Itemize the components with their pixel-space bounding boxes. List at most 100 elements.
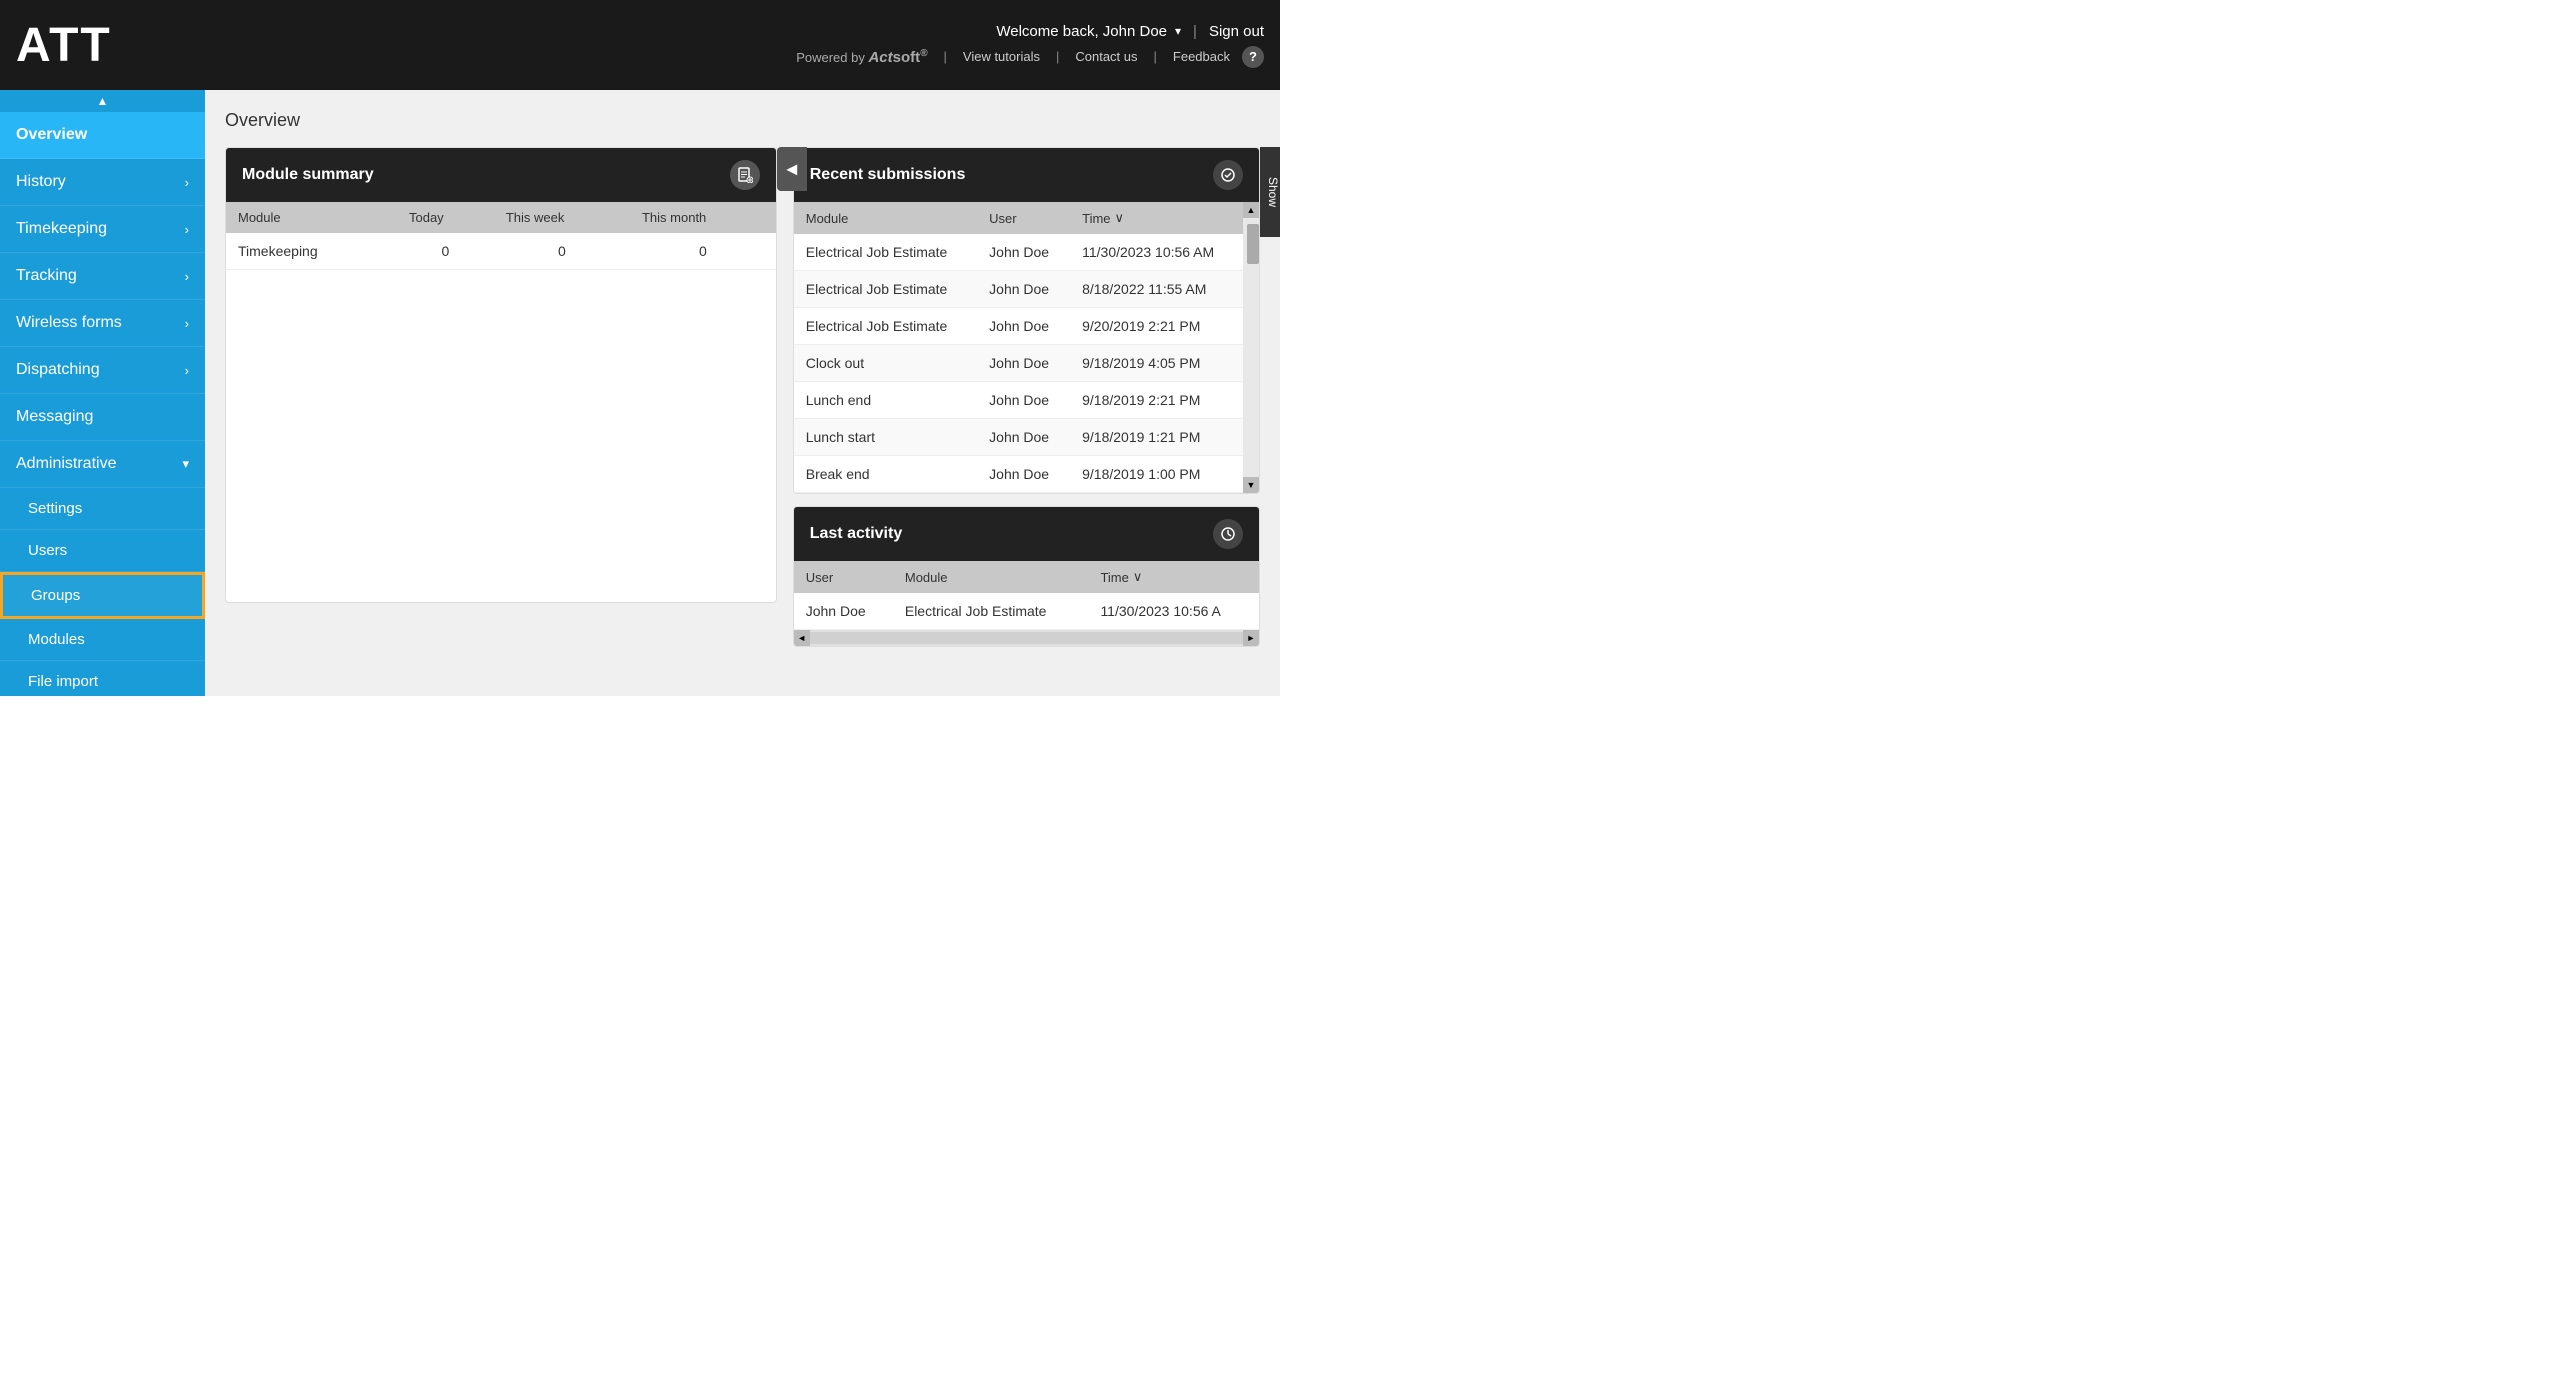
- right-side-wrapper: Recent submissions: [793, 147, 1260, 647]
- sidebar-item-dispatching[interactable]: Dispatching ›: [0, 347, 205, 394]
- month-value: 0: [630, 233, 776, 270]
- sidebar-item-wireless-forms[interactable]: Wireless forms ›: [0, 300, 205, 347]
- la-col-user: User: [794, 561, 893, 593]
- rs-user-7: John Doe: [977, 456, 1070, 493]
- la-time-1: 11/30/2023 10:56 A: [1088, 593, 1259, 630]
- rs-user-3: John Doe: [977, 308, 1070, 345]
- scroll-down-button[interactable]: ▼: [1243, 477, 1259, 493]
- show-tab[interactable]: Show: [1260, 147, 1280, 237]
- sidebar-history-label: History: [16, 173, 66, 191]
- rs-user-5: John Doe: [977, 382, 1070, 419]
- rs-module-7: Break end: [794, 456, 977, 493]
- rs-module-3: Electrical Job Estimate: [794, 308, 977, 345]
- recent-submissions-panel: Recent submissions: [793, 147, 1260, 494]
- rs-user-6: John Doe: [977, 419, 1070, 456]
- rs-user-4: John Doe: [977, 345, 1070, 382]
- sidebar-timekeeping-label: Timekeeping: [16, 220, 107, 238]
- recent-submissions-header: Recent submissions: [794, 148, 1259, 202]
- table-row: Break end John Doe 9/18/2019 1:00 PM: [794, 456, 1243, 493]
- rs-time-4: 9/18/2019 4:05 PM: [1070, 345, 1243, 382]
- sidebar-sub-item-modules[interactable]: Modules: [0, 619, 205, 661]
- la-sort-icon[interactable]: ∨: [1133, 569, 1143, 585]
- col-month: This month: [630, 202, 776, 233]
- app-header: ATT Welcome back, John Doe ▾ | Sign out …: [0, 0, 1280, 90]
- welcome-text: Welcome back, John Doe: [996, 23, 1167, 40]
- h-scroll-track[interactable]: [810, 632, 1243, 644]
- last-activity-table: User Module Time ∨ John Doe Electrical J…: [794, 561, 1259, 630]
- module-summary-header: Module summary: [226, 148, 776, 202]
- recent-submissions-table-container: Module User Time ∨ Electrical Job Estima…: [794, 202, 1259, 493]
- header-bottom-row: Powered by Actsoft® | View tutorials | C…: [796, 46, 1264, 68]
- rs-time-1: 11/30/2023 10:56 AM: [1070, 234, 1243, 271]
- header-divider: |: [1193, 23, 1197, 40]
- sidebar-item-timekeeping[interactable]: Timekeeping ›: [0, 206, 205, 253]
- week-value: 0: [494, 233, 630, 270]
- tracking-chevron-icon: ›: [185, 269, 189, 284]
- today-value: 0: [397, 233, 494, 270]
- h-scroll-left-button[interactable]: ◄: [794, 630, 810, 646]
- sidebar-overview-label: Overview: [16, 126, 87, 144]
- welcome-chevron-icon[interactable]: ▾: [1175, 24, 1181, 38]
- signout-link[interactable]: Sign out: [1209, 23, 1264, 40]
- view-tutorials-link[interactable]: View tutorials: [963, 49, 1040, 64]
- sidebar-item-administrative[interactable]: Administrative ▾: [0, 441, 205, 488]
- last-activity-header: Last activity: [794, 507, 1259, 561]
- sort-icon[interactable]: ∨: [1115, 210, 1125, 226]
- rs-col-user: User: [977, 202, 1070, 234]
- history-chevron-icon: ›: [185, 175, 189, 190]
- scroll-up-button[interactable]: ▲: [1243, 202, 1259, 218]
- sidebar-tracking-label: Tracking: [16, 267, 77, 285]
- rs-user-2: John Doe: [977, 271, 1070, 308]
- sidebar-item-tracking[interactable]: Tracking ›: [0, 253, 205, 300]
- contact-us-link[interactable]: Contact us: [1075, 49, 1137, 64]
- rs-col-module: Module: [794, 202, 977, 234]
- rs-module-2: Electrical Job Estimate: [794, 271, 977, 308]
- la-col-time: Time ∨: [1088, 561, 1259, 593]
- timekeeping-chevron-icon: ›: [185, 222, 189, 237]
- sidebar-administrative-label: Administrative: [16, 455, 116, 473]
- right-panels-inner: Recent submissions: [793, 147, 1260, 647]
- vertical-scrollbar[interactable]: ▲ ▼: [1243, 202, 1259, 493]
- sidebar-sub-item-settings[interactable]: Settings: [0, 488, 205, 530]
- table-row: John Doe Electrical Job Estimate 11/30/2…: [794, 593, 1259, 630]
- rs-time-6: 9/18/2019 1:21 PM: [1070, 419, 1243, 456]
- sidebar-settings-label: Settings: [28, 500, 82, 517]
- sidebar-item-messaging[interactable]: Messaging: [0, 394, 205, 441]
- horizontal-scrollbar[interactable]: ◄ ►: [794, 630, 1259, 646]
- rs-module-4: Clock out: [794, 345, 977, 382]
- la-module-1: Electrical Job Estimate: [893, 593, 1089, 630]
- h-scroll-right-button[interactable]: ►: [1243, 630, 1259, 646]
- last-activity-title: Last activity: [810, 525, 902, 543]
- sidebar-dispatching-label: Dispatching: [16, 361, 100, 379]
- sidebar-users-label: Users: [28, 542, 67, 559]
- rs-module-6: Lunch start: [794, 419, 977, 456]
- sidebar-modules-label: Modules: [28, 631, 85, 648]
- rs-time-5: 9/18/2019 2:21 PM: [1070, 382, 1243, 419]
- wireless-forms-chevron-icon: ›: [185, 316, 189, 331]
- module-summary-body: Module Today This week This month Timeke…: [226, 202, 776, 602]
- sidebar-scroll-up[interactable]: ▲: [0, 90, 205, 112]
- administrative-chevron-icon: ▾: [182, 456, 189, 472]
- feedback-link[interactable]: Feedback: [1173, 49, 1230, 64]
- table-row: Lunch start John Doe 9/18/2019 1:21 PM: [794, 419, 1243, 456]
- back-arrow-button[interactable]: ◄: [777, 147, 807, 191]
- last-activity-icon[interactable]: [1213, 519, 1243, 549]
- powered-by-text: Powered by Actsoft®: [796, 48, 927, 66]
- sidebar-item-overview[interactable]: Overview: [0, 112, 205, 159]
- sidebar-sub-item-file-import[interactable]: File import: [0, 661, 205, 696]
- sidebar-item-history[interactable]: History ›: [0, 159, 205, 206]
- la-col-module: Module: [893, 561, 1089, 593]
- sidebar-sub-item-groups[interactable]: Groups: [0, 572, 205, 619]
- scroll-thumb[interactable]: [1247, 224, 1259, 264]
- rs-user-1: John Doe: [977, 234, 1070, 271]
- module-summary-icon[interactable]: [730, 160, 760, 190]
- module-summary-title: Module summary: [242, 166, 374, 184]
- table-row: Timekeeping 0 0 0: [226, 233, 776, 270]
- recent-submissions-icon[interactable]: [1213, 160, 1243, 190]
- col-today: Today: [397, 202, 494, 233]
- help-button[interactable]: ?: [1242, 46, 1264, 68]
- sidebar-sub-item-users[interactable]: Users: [0, 530, 205, 572]
- table-row: Clock out John Doe 9/18/2019 4:05 PM: [794, 345, 1243, 382]
- table-row: Electrical Job Estimate John Doe 9/20/20…: [794, 308, 1243, 345]
- rs-module-1: Electrical Job Estimate: [794, 234, 977, 271]
